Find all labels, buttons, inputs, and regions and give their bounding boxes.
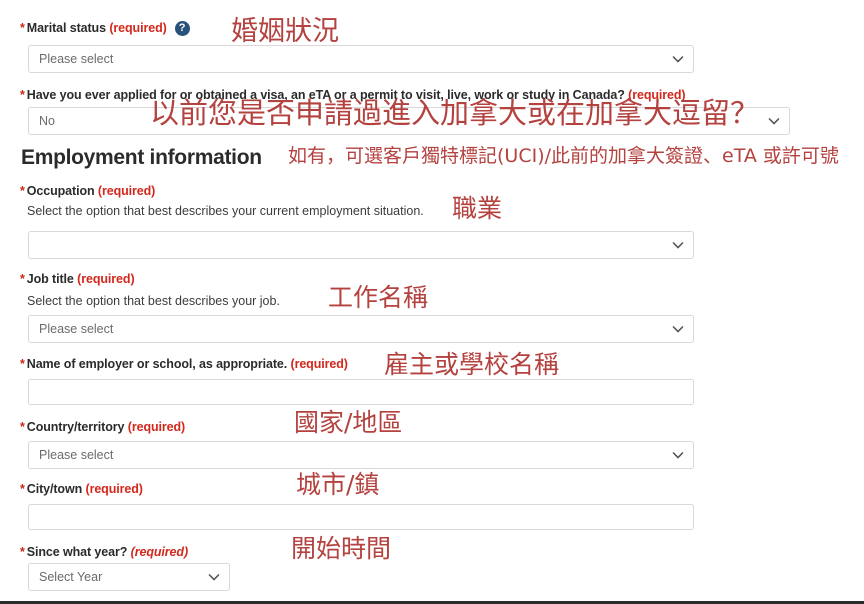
form-page: * Marital status (required) ? Please sele… bbox=[0, 0, 864, 604]
required-tag: (required) bbox=[77, 272, 135, 286]
employment-section-heading: Employment information bbox=[21, 146, 262, 169]
required-asterisk: * bbox=[20, 420, 25, 434]
job-title-hint: Select the option that best describes yo… bbox=[27, 294, 280, 308]
required-tag: (required) bbox=[85, 482, 143, 496]
since-year-select-value: Select Year bbox=[39, 570, 103, 584]
job-title-select-value: Please select bbox=[39, 322, 114, 336]
chevron-down-icon bbox=[671, 238, 685, 252]
required-tag: (required) bbox=[127, 420, 186, 434]
chevron-down-icon bbox=[767, 114, 781, 128]
since-year-select[interactable]: Select Year bbox=[28, 563, 230, 591]
required-tag: (required) bbox=[97, 184, 156, 198]
employer-name-label: * Name of employer or school, as appropri… bbox=[20, 357, 348, 371]
required-tag: (required) bbox=[109, 21, 167, 35]
since-year-label: * Since what year? (required) bbox=[20, 545, 189, 559]
annotation-country: 國家/地區 bbox=[294, 408, 403, 437]
required-asterisk: * bbox=[20, 482, 25, 496]
annotation-occupation: 職業 bbox=[452, 194, 503, 223]
marital-status-select-value: Please select bbox=[39, 52, 114, 66]
annotation-since-year: 開始時間 bbox=[291, 534, 392, 563]
city-input[interactable] bbox=[28, 504, 694, 530]
country-select[interactable]: Please select bbox=[28, 441, 694, 469]
marital-status-label-row: * Marital status (required) ? bbox=[20, 21, 190, 37]
employer-name-input[interactable] bbox=[28, 379, 694, 405]
country-label: * Country/territory (required) bbox=[20, 420, 186, 434]
marital-status-select[interactable]: Please select bbox=[28, 45, 694, 73]
annotation-job-title: 工作名稱 bbox=[328, 283, 429, 312]
required-tag: (required) bbox=[130, 545, 189, 559]
occupation-hint: Select the option that best describes yo… bbox=[27, 204, 424, 218]
marital-status-label: * Marital status (required) bbox=[20, 21, 167, 35]
job-title-label: * Job title (required) bbox=[20, 272, 135, 286]
help-circle-icon[interactable]: ? bbox=[174, 21, 190, 37]
annotation-previous-visa: 以前您是否申請過進入加拿大或在加拿大逗留？ bbox=[150, 96, 760, 130]
occupation-label: * Occupation (required) bbox=[20, 184, 156, 198]
city-label: * City/town (required) bbox=[20, 482, 143, 496]
required-asterisk: * bbox=[20, 21, 25, 35]
required-asterisk: * bbox=[20, 545, 25, 559]
annotation-employer-name: 雇主或學校名稱 bbox=[384, 350, 560, 379]
annotation-employment-section: 如有，可選客戶獨特標記(UCI)/此前的加拿大簽證、eTA 或許可號 bbox=[288, 145, 839, 167]
required-asterisk: * bbox=[20, 88, 25, 102]
chevron-down-icon bbox=[671, 448, 685, 462]
required-asterisk: * bbox=[20, 272, 25, 286]
occupation-select[interactable] bbox=[28, 231, 694, 259]
chevron-down-icon bbox=[207, 570, 221, 584]
chevron-down-icon bbox=[671, 322, 685, 336]
required-tag: (required) bbox=[290, 357, 348, 371]
required-asterisk: * bbox=[20, 184, 25, 198]
required-asterisk: * bbox=[20, 357, 25, 371]
annotation-city: 城市/鎮 bbox=[296, 470, 380, 499]
chevron-down-icon bbox=[671, 52, 685, 66]
annotation-marital-status: 婚姻狀況 bbox=[231, 16, 339, 47]
job-title-select[interactable]: Please select bbox=[28, 315, 694, 343]
country-select-value: Please select bbox=[39, 448, 114, 462]
